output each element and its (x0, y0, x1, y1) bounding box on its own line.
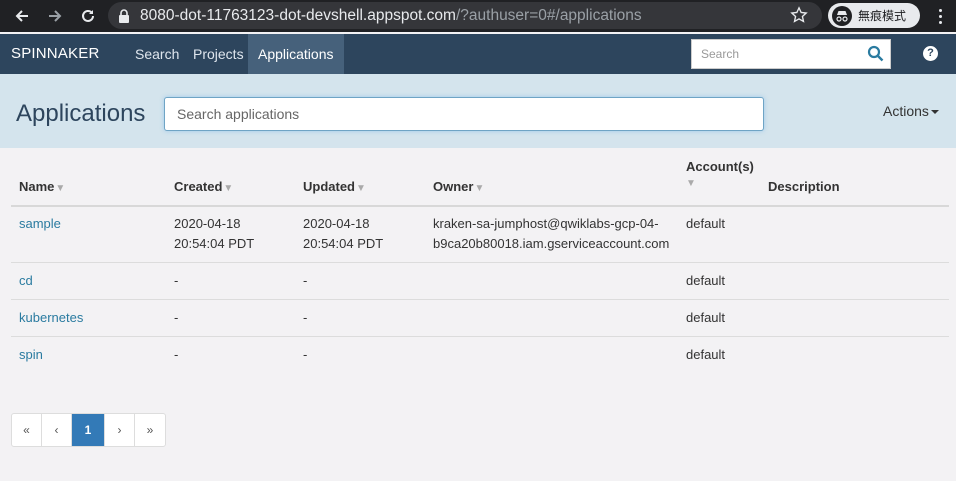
account-cell: default (686, 216, 726, 231)
sort-icon: ▼ (223, 183, 234, 194)
help-icon[interactable]: ? (923, 46, 938, 61)
address-bar[interactable]: 8080-dot-11763123-dot-devshell.appspot.c… (108, 2, 822, 29)
kebab-menu-icon[interactable] (930, 6, 950, 26)
page-header: Applications Actions (0, 74, 956, 148)
incognito-label: 無痕模式 (858, 9, 907, 23)
star-icon[interactable] (790, 6, 808, 24)
app-name-link[interactable]: spin (19, 345, 43, 365)
table-row: cd - - default (11, 263, 949, 300)
search-icon[interactable] (867, 45, 884, 62)
column-header-owner[interactable]: Owner▼ (433, 179, 484, 194)
column-header-name[interactable]: Name▼ (19, 179, 65, 194)
app-name-link[interactable]: kubernetes (19, 308, 83, 328)
account-cell: default (686, 310, 726, 325)
actions-label: Actions (883, 103, 929, 119)
app-name-link[interactable]: sample (19, 214, 61, 234)
actions-dropdown[interactable]: Actions (883, 103, 939, 119)
global-search (691, 39, 891, 69)
lock-icon (119, 8, 129, 23)
table-row: sample 2020-04-18 20:54:04 PDT 2020-04-18… (11, 207, 949, 263)
back-icon[interactable] (7, 0, 37, 32)
updated-cell: - (303, 310, 308, 325)
incognito-badge[interactable]: 無痕模式 (828, 3, 920, 28)
applications-search-input[interactable] (165, 98, 763, 130)
reload-icon[interactable] (73, 0, 103, 32)
incognito-icon (832, 5, 852, 26)
next-page-button[interactable]: › (105, 414, 135, 446)
last-page-button[interactable]: » (135, 414, 165, 446)
first-page-button[interactable]: « (12, 414, 42, 446)
page-1-button[interactable]: 1 (72, 414, 105, 446)
created-cell: - (174, 347, 179, 362)
brand-logo[interactable]: SPINNAKER (11, 45, 100, 62)
applications-search (164, 97, 764, 131)
owner-cell: kraken-sa-jumphost@qwiklabs-gcp-04- b9ca2… (433, 216, 670, 251)
nav-projects-link[interactable]: Projects (183, 34, 254, 74)
chevron-down-icon (930, 110, 939, 115)
nav-search-link[interactable]: Search (125, 34, 189, 74)
table-row: kubernetes - - default (11, 300, 949, 337)
updated-cell: 2020-04-18 20:54:04 PDT (303, 216, 384, 251)
column-header-created[interactable]: Created▼ (174, 179, 233, 194)
created-cell: - (174, 273, 179, 288)
created-cell: - (174, 310, 179, 325)
url-text: 8080-dot-11763123-dot-devshell.appspot.c… (140, 6, 642, 24)
browser-toolbar: 8080-dot-11763123-dot-devshell.appspot.c… (0, 0, 956, 32)
global-search-input[interactable] (692, 40, 862, 68)
sort-icon: ▼ (686, 178, 696, 189)
nav-applications-link[interactable]: Applications (248, 34, 344, 74)
sort-icon: ▼ (474, 183, 485, 194)
created-cell: 2020-04-18 20:54:04 PDT (174, 216, 255, 251)
app-navbar: SPINNAKER Search Projects Applications ? (0, 34, 956, 74)
updated-cell: - (303, 347, 308, 362)
updated-cell: - (303, 273, 308, 288)
column-header-description[interactable]: Description (768, 179, 840, 194)
prev-page-button[interactable]: ‹ (42, 414, 72, 446)
sort-icon: ▼ (356, 183, 366, 194)
account-cell: default (686, 347, 726, 362)
page-title: Applications (16, 100, 146, 127)
account-cell: default (686, 273, 726, 288)
table-row: spin - - default (11, 337, 949, 374)
forward-icon[interactable] (40, 0, 70, 32)
sort-icon: ▼ (55, 183, 66, 194)
column-header-accounts[interactable]: Account(s) ▼ (686, 159, 754, 189)
column-header-updated[interactable]: Updated▼ (303, 179, 366, 194)
app-name-link[interactable]: cd (19, 271, 33, 291)
pagination: « ‹ 1 › » (11, 413, 166, 447)
